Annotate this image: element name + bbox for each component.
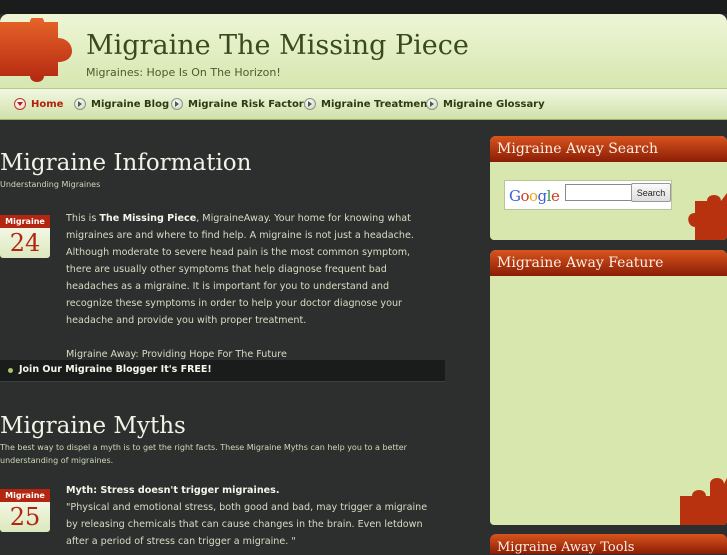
chevron-right-icon bbox=[74, 98, 86, 110]
nav-item-label: Migraine Blog bbox=[91, 98, 170, 110]
search-input[interactable] bbox=[565, 184, 633, 201]
date-day: 24 bbox=[0, 228, 50, 258]
nav-item-label: Migraine Glossary bbox=[443, 98, 545, 110]
body-bold-text: The Missing Piece bbox=[99, 213, 197, 224]
nav-item-label: Migraine Risk Factors bbox=[188, 98, 310, 110]
myth-heading: Myth: Stress doesn't trigger migraines. bbox=[66, 482, 428, 499]
site-tagline: Migraines: Hope Is On The Horizon! bbox=[86, 66, 281, 79]
bullet-icon bbox=[8, 368, 13, 373]
date-day: 25 bbox=[0, 502, 50, 532]
post-subtitle: The best way to dispel a myth is to get … bbox=[0, 443, 407, 465]
chevron-right-icon bbox=[426, 98, 438, 110]
site-title[interactable]: Migraine The Missing Piece bbox=[86, 30, 469, 61]
widget-title: Migraine Away Search bbox=[490, 136, 727, 162]
widget-title: Migraine Away Tools bbox=[497, 540, 635, 555]
widget-title: Migraine Away Feature bbox=[490, 250, 727, 276]
feature-widget: Migraine Away Feature bbox=[490, 250, 727, 525]
chevron-right-icon bbox=[304, 98, 316, 110]
chevron-down-icon bbox=[14, 98, 26, 110]
search-button[interactable]: Search bbox=[631, 183, 671, 202]
nav-item-home[interactable]: Home bbox=[14, 95, 63, 113]
join-blogger-link[interactable]: Join Our Migraine Blogger It's FREE! bbox=[19, 364, 212, 375]
date-badge: Migraine 24 bbox=[0, 215, 50, 258]
puzzle-piece-icon bbox=[688, 193, 727, 240]
main-content: Migraine Information Understanding Migra… bbox=[0, 119, 480, 547]
nav-item-label: Migraine Treatment bbox=[321, 98, 433, 110]
tools-widget: Migraine Away Tools bbox=[490, 534, 727, 555]
puzzle-piece-logo-icon bbox=[0, 18, 72, 82]
post-body: This is The Missing Piece, MigraineAway.… bbox=[66, 210, 428, 363]
date-label: Migraine bbox=[0, 215, 50, 228]
top-strip bbox=[0, 0, 727, 14]
nav-item-label: Home bbox=[31, 98, 64, 110]
main-nav: Home Migraine Blog Migraine Risk Factors… bbox=[0, 88, 727, 120]
date-label: Migraine bbox=[0, 489, 50, 502]
myth-heading-text: Myth: Stress doesn't trigger migraines. bbox=[66, 485, 280, 496]
nav-item-treatment[interactable]: Migraine Treatment bbox=[304, 95, 432, 113]
nav-item-risk-factors[interactable]: Migraine Risk Factors bbox=[171, 95, 310, 113]
date-badge: Migraine 25 bbox=[0, 489, 50, 532]
body-text: , MigraineAway. Your home for knowing wh… bbox=[66, 213, 414, 326]
join-bar: Join Our Migraine Blogger It's FREE! bbox=[0, 360, 445, 382]
google-logo: Google bbox=[509, 187, 560, 205]
search-widget: Migraine Away Search Google Search bbox=[490, 136, 727, 240]
body-text: This is bbox=[66, 213, 100, 224]
chevron-right-icon bbox=[171, 98, 183, 110]
post-title[interactable]: Migraine Myths bbox=[0, 413, 186, 439]
nav-item-glossary[interactable]: Migraine Glossary bbox=[426, 95, 545, 113]
post-paragraph: This is The Missing Piece, MigraineAway.… bbox=[66, 210, 428, 329]
myth-text: "Physical and emotional stress, both goo… bbox=[66, 502, 428, 547]
puzzle-piece-icon bbox=[680, 478, 727, 525]
nav-item-migraine-blog[interactable]: Migraine Blog bbox=[74, 95, 169, 113]
site-header: Migraine The Missing Piece Migraines: Ho… bbox=[0, 14, 727, 88]
post-subtitle: Understanding Migraines bbox=[0, 180, 101, 189]
google-search-box: Google Search bbox=[504, 180, 672, 210]
post-title[interactable]: Migraine Information bbox=[0, 150, 251, 176]
post-body: Myth: Stress doesn't trigger migraines. … bbox=[66, 482, 428, 550]
